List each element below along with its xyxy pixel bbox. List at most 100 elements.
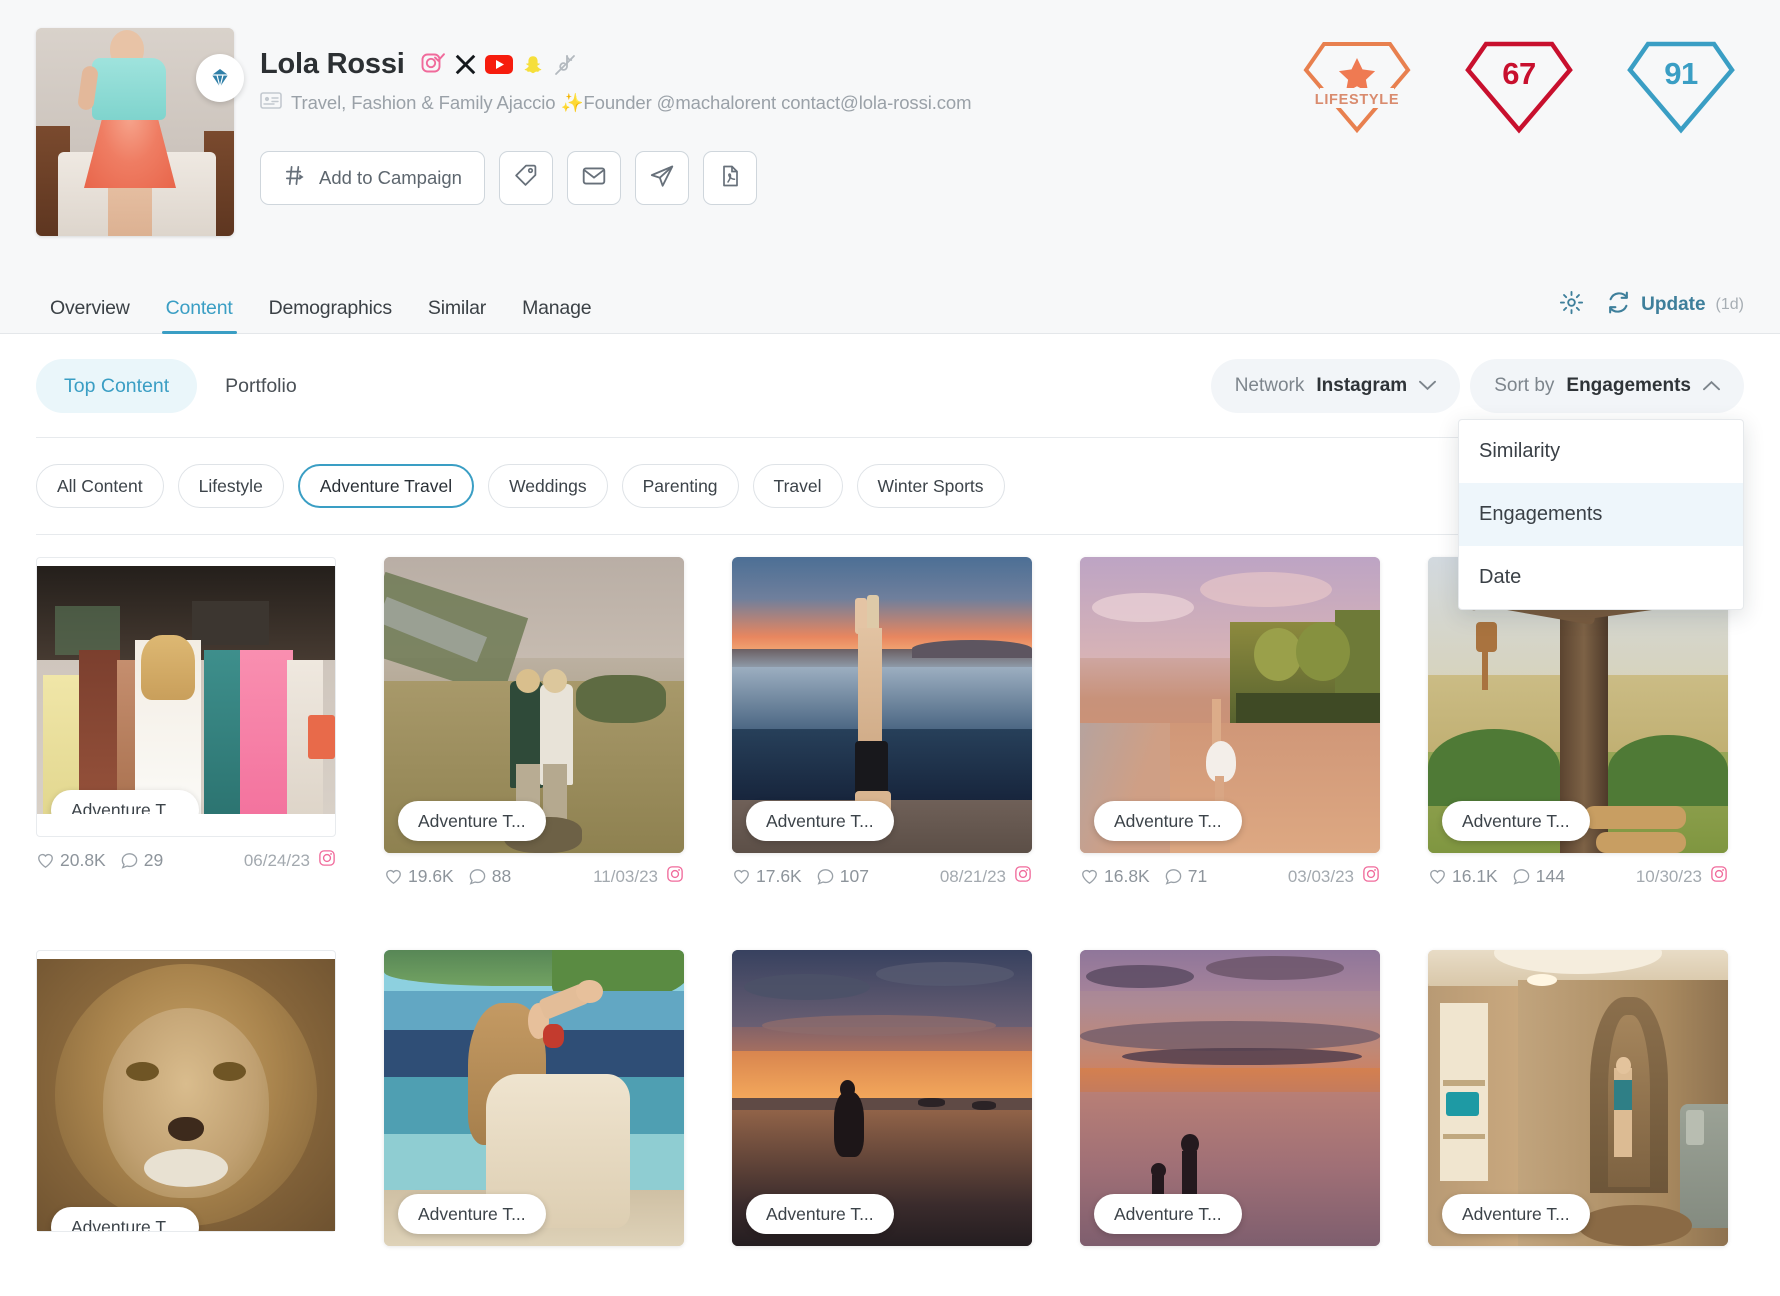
content-tag: Adventure T...	[1442, 801, 1590, 841]
comments-stat: 107	[816, 866, 869, 887]
youtube-icon[interactable]	[484, 54, 513, 75]
content-card[interactable]: Adventure T...	[1428, 950, 1728, 1246]
content-card[interactable]: Adventure T... 19.6K 88 11/03/23	[384, 557, 684, 888]
content-stats: 20.8K 29 06/24/23	[36, 849, 336, 872]
x-icon[interactable]	[455, 54, 476, 75]
content-tag: Adventure T...	[1094, 1194, 1242, 1234]
content-grid-row-2: Adventure T... Adventure T... Adventure …	[0, 928, 1780, 1246]
likes-count: 17.6K	[756, 866, 802, 886]
network-filter[interactable]: Network Instagram	[1210, 359, 1461, 413]
post-date: 03/03/23	[1287, 866, 1354, 886]
content-tag: Adventure T...	[398, 801, 546, 841]
chip-weddings[interactable]: Weddings	[488, 464, 608, 508]
chevron-up-icon	[1703, 375, 1720, 397]
comments-count: 88	[491, 866, 512, 886]
tab-similar[interactable]: Similar	[410, 297, 504, 334]
chip-all-content[interactable]: All Content	[36, 464, 164, 508]
content-thumbnail[interactable]: Adventure T...	[1428, 950, 1728, 1246]
content-thumbnail[interactable]: Adventure T...	[732, 950, 1032, 1246]
post-date: 06/24/23	[243, 850, 310, 870]
comments-count: 29	[143, 850, 164, 870]
tab-overview[interactable]: Overview	[36, 297, 148, 334]
sort-filter[interactable]: Sort by Engagements	[1470, 359, 1744, 413]
sort-dropdown-menu: Similarity Engagements Date	[1458, 419, 1744, 610]
snapchat-icon[interactable]	[522, 54, 544, 76]
pdf-button[interactable]	[702, 151, 757, 205]
content-toolbar: Top Content Portfolio Network Instagram …	[0, 335, 1780, 610]
content-card[interactable]: Adventure T... 20.8K 29 06/24/23	[36, 557, 336, 888]
lifestyle-badge: LIFESTYLE	[1298, 26, 1416, 136]
likes-stat: 16.1K	[1428, 866, 1498, 887]
comments-count: 144	[1535, 866, 1565, 886]
content-thumbnail[interactable]: Adventure T...	[1080, 557, 1380, 853]
content-tag: Adventure T...	[398, 1194, 546, 1234]
score-badge-blue-value: 91	[1664, 56, 1698, 91]
content-tag: Adventure T...	[1094, 801, 1242, 841]
content-thumbnail[interactable]: Adventure T...	[1080, 950, 1380, 1246]
campaign-icon	[283, 164, 306, 192]
email-button[interactable]	[566, 151, 621, 205]
content-card[interactable]: Adventure T...	[36, 950, 336, 1246]
add-to-campaign-label: Add to Campaign	[319, 167, 462, 188]
pdf-icon	[718, 164, 742, 193]
post-date: 08/21/23	[939, 866, 1006, 886]
sort-option-similarity[interactable]: Similarity	[1459, 420, 1743, 483]
profile-actions: Add to Campaign	[260, 151, 1744, 205]
tab-content[interactable]: Content	[148, 297, 251, 334]
instagram-icon	[318, 849, 336, 872]
chevron-down-icon	[1419, 375, 1437, 397]
sort-option-date[interactable]: Date	[1459, 546, 1743, 609]
page-title: Lola Rossi	[260, 48, 405, 80]
chip-parenting[interactable]: Parenting	[621, 464, 739, 508]
lifestyle-badge-label: LIFESTYLE	[1315, 92, 1399, 108]
refresh-icon	[1606, 290, 1631, 320]
likes-count: 16.8K	[1104, 866, 1150, 886]
content-tag: Adventure T...	[51, 1207, 199, 1231]
add-to-campaign-button[interactable]: Add to Campaign	[260, 151, 485, 205]
chip-travel[interactable]: Travel	[752, 464, 843, 508]
tab-demographics[interactable]: Demographics	[251, 297, 410, 334]
content-tag: Adventure T...	[51, 790, 199, 814]
instagram-icon	[1362, 865, 1380, 888]
score-badge-red: 67	[1460, 26, 1578, 136]
sort-option-engagements[interactable]: Engagements	[1459, 483, 1743, 546]
main-tabs: Overview Content Demographics Similar Ma…	[0, 278, 1780, 334]
chip-lifestyle[interactable]: Lifestyle	[177, 464, 284, 508]
segment-top-content[interactable]: Top Content	[36, 359, 198, 413]
email-icon	[581, 163, 607, 194]
segment-portfolio[interactable]: Portfolio	[197, 359, 325, 413]
comments-count: 107	[839, 866, 869, 886]
post-date: 10/30/23	[1635, 866, 1702, 886]
send-button[interactable]	[634, 151, 689, 205]
content-card[interactable]: Adventure T... 16.8K 71 03/03/23	[1080, 557, 1380, 888]
social-networks	[420, 52, 577, 78]
instagram-verified-icon[interactable]	[420, 52, 446, 78]
chip-winter-sports[interactable]: Winter Sports	[856, 464, 1005, 508]
likes-stat: 20.8K	[36, 850, 106, 871]
avatar[interactable]	[36, 28, 244, 236]
score-badge-red-value: 67	[1502, 56, 1536, 91]
gear-icon[interactable]	[1559, 290, 1584, 320]
content-card[interactable]: Adventure T... 17.6K 107 08/21/23	[732, 557, 1032, 888]
content-stats: 19.6K 88 11/03/23	[384, 865, 684, 888]
content-card[interactable]: Adventure T...	[384, 950, 684, 1246]
content-card[interactable]: Adventure T...	[1080, 950, 1380, 1246]
chip-adventure-travel[interactable]: Adventure Travel	[297, 464, 475, 508]
content-tag: Adventure T...	[1442, 1194, 1590, 1234]
tag-button[interactable]	[498, 151, 553, 205]
content-stats: 16.1K 144 10/30/23	[1428, 865, 1728, 888]
sort-filter-value: Engagements	[1566, 375, 1691, 396]
content-thumbnail[interactable]: Adventure T...	[37, 959, 335, 1231]
content-thumbnail[interactable]: Adventure T...	[384, 950, 684, 1246]
update-button[interactable]: Update (1d)	[1606, 290, 1744, 320]
tiktok-disabled-icon[interactable]	[553, 53, 577, 77]
content-thumbnail[interactable]: Adventure T...	[732, 557, 1032, 853]
likes-stat: 16.8K	[1080, 866, 1150, 887]
content-thumbnail[interactable]: Adventure T...	[384, 557, 684, 853]
content-card[interactable]: Adventure T...	[732, 950, 1032, 1246]
tab-manage[interactable]: Manage	[504, 297, 609, 334]
comments-stat: 29	[120, 850, 163, 871]
content-thumbnail[interactable]: Adventure T...	[37, 566, 335, 814]
update-age: (1d)	[1715, 296, 1744, 313]
score-badges: LIFESTYLE 67 91	[1298, 26, 1740, 136]
